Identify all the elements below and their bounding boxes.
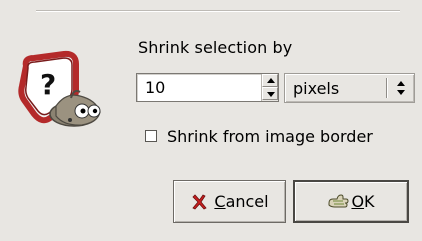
spin-buttons bbox=[261, 74, 278, 101]
shrink-from-border-label[interactable]: Shrink from image border bbox=[167, 127, 373, 146]
unit-select-divider bbox=[386, 78, 387, 98]
spin-down-icon bbox=[267, 92, 275, 97]
svg-text:?: ? bbox=[40, 68, 56, 101]
cancel-mnemonic: C bbox=[214, 192, 226, 211]
help-question-icon: ? bbox=[16, 48, 108, 134]
shrink-selection-label: Shrink selection by bbox=[138, 38, 293, 57]
cancel-label-rest: ancel bbox=[225, 192, 269, 211]
spin-up-icon bbox=[267, 78, 275, 83]
spin-down-button[interactable] bbox=[262, 87, 278, 100]
shrink-amount-input[interactable] bbox=[137, 74, 267, 101]
ok-label-rest: K bbox=[364, 192, 375, 211]
updown-chevron-icon bbox=[395, 81, 407, 97]
ok-mnemonic: O bbox=[351, 192, 365, 211]
cancel-label: Cancel bbox=[214, 192, 268, 211]
unit-select[interactable]: pixels bbox=[284, 73, 415, 103]
shrink-selection-dialog: ? Shrink selection by pixels bbox=[0, 0, 422, 241]
unit-select-value: pixels bbox=[293, 79, 340, 98]
shrink-from-border-option[interactable]: Shrink from image border bbox=[145, 126, 373, 146]
ok-button[interactable]: OK bbox=[293, 180, 409, 223]
shrink-from-border-checkbox[interactable] bbox=[145, 130, 157, 142]
cancel-button[interactable]: Cancel bbox=[173, 180, 286, 223]
ok-hand-icon bbox=[327, 193, 349, 211]
ok-label: OK bbox=[351, 192, 374, 211]
spin-up-button[interactable] bbox=[262, 74, 278, 87]
top-separator bbox=[36, 0, 400, 11]
cancel-x-icon bbox=[190, 193, 208, 211]
shrink-amount-spinbutton[interactable] bbox=[136, 73, 279, 102]
